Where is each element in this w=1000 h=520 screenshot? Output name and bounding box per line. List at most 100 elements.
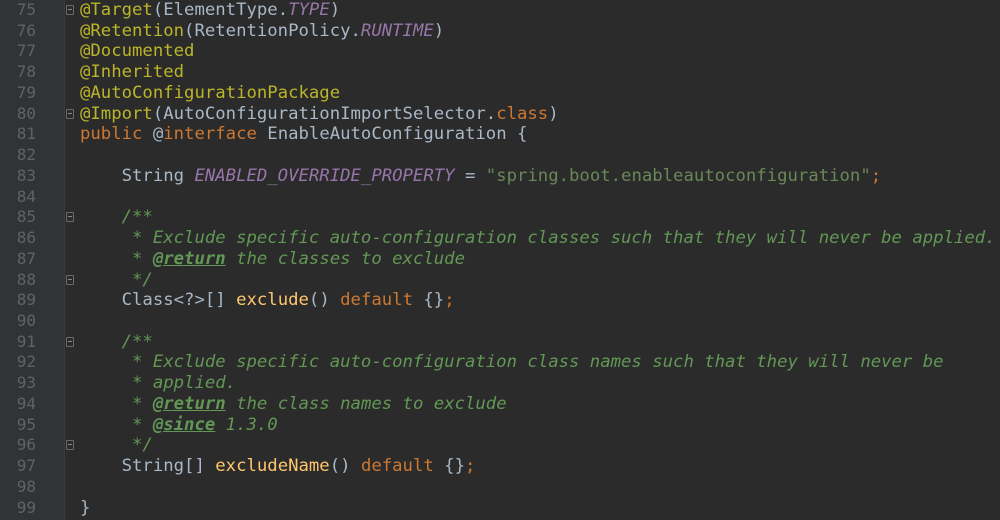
code-token-plain: (ElementType. xyxy=(152,0,289,20)
line-number: 76 xyxy=(16,20,36,40)
code-text: */ xyxy=(80,270,153,291)
code-line[interactable]: 84 xyxy=(0,187,1000,208)
fold-toggle-icon[interactable] xyxy=(66,108,74,119)
code-text: public @interface EnableAutoConfiguratio… xyxy=(80,124,527,145)
code-line[interactable]: 78 @Inherited xyxy=(0,62,1000,83)
line-number: 82 xyxy=(16,145,36,165)
code-token-plain: ) xyxy=(548,103,559,124)
code-token-plain: {} xyxy=(423,290,445,311)
code-token-ann: @Import xyxy=(80,103,153,124)
line-number: 89 xyxy=(16,290,36,310)
line-number: 95 xyxy=(16,414,36,434)
code-text: * Exclude specific auto-configuration cl… xyxy=(80,228,996,249)
code-line[interactable]: 79 @AutoConfigurationPackage xyxy=(0,83,1000,104)
code-token-plain: () xyxy=(308,290,341,311)
line-number: 87 xyxy=(16,248,36,268)
code-line[interactable]: 98 xyxy=(0,477,1000,498)
code-token-doctag: @return xyxy=(152,393,226,414)
code-text: @Target(ElementType.TYPE) xyxy=(80,0,340,21)
code-text: @Retention(RetentionPolicy.RUNTIME) xyxy=(80,21,444,42)
code-token-doc: /** xyxy=(80,331,153,352)
code-line[interactable]: 93 * applied. xyxy=(0,373,1000,394)
line-number: 98 xyxy=(16,476,36,496)
code-line[interactable]: 80 @Import(AutoConfigurationImportSelecto… xyxy=(0,104,1000,125)
code-token-plain: String[] xyxy=(80,456,216,477)
code-line[interactable]: 81 public @interface EnableAutoConfigurat… xyxy=(0,124,1000,145)
code-token-plain: @ xyxy=(152,124,164,145)
code-token-doc: */ xyxy=(80,269,153,290)
line-number: 92 xyxy=(16,352,36,372)
code-line[interactable]: 96 */ xyxy=(0,435,1000,456)
code-token-kw: interface xyxy=(163,124,268,145)
code-line[interactable]: 95 * @since 1.3.0 xyxy=(0,415,1000,436)
fold-toggle-icon[interactable] xyxy=(66,274,74,285)
code-token-ann: @Documented xyxy=(80,41,195,62)
code-editor[interactable]: 75 @Target(ElementType.TYPE) 76 @Retention(… xyxy=(0,0,1000,520)
code-token-doc: */ xyxy=(80,435,153,456)
line-number: 97 xyxy=(16,456,36,476)
code-text: String ENABLED_OVERRIDE_PROPERTY = "spri… xyxy=(80,165,882,187)
code-token-plain: String xyxy=(80,165,195,186)
code-token-kw: default xyxy=(360,456,445,477)
fold-toggle-icon[interactable] xyxy=(66,336,74,347)
code-token-field: ENABLED_OVERRIDE_PROPERTY xyxy=(194,165,455,186)
code-token-doc: 1.3.0 xyxy=(215,414,278,435)
code-text: * @return the class names to exclude xyxy=(80,394,507,415)
code-text: @Documented xyxy=(80,41,194,62)
line-number: 84 xyxy=(16,186,36,206)
code-line[interactable]: 97 String[] excludeName() default {}; xyxy=(0,456,1000,477)
code-line[interactable]: 99} xyxy=(0,498,1000,519)
code-token-doc: * xyxy=(80,414,153,435)
code-area[interactable]: 75 @Target(ElementType.TYPE) 76 @Retention(… xyxy=(0,0,1000,518)
code-line[interactable]: 88 */ xyxy=(0,270,1000,291)
code-text: String[] excludeName() default {}; xyxy=(80,456,476,477)
code-token-doctag: @since xyxy=(152,414,216,435)
code-token-plain: = xyxy=(454,165,486,186)
line-number: 93 xyxy=(16,373,36,393)
fold-toggle-icon[interactable] xyxy=(66,440,74,451)
code-token-doc: * Exclude specific auto-configuration cl… xyxy=(80,228,996,249)
code-line[interactable]: 92 * Exclude specific auto-configuration… xyxy=(0,352,1000,373)
code-line[interactable]: 87 * @return the classes to exclude xyxy=(0,249,1000,270)
code-line[interactable]: 90 xyxy=(0,311,1000,332)
code-token-plain: (RetentionPolicy. xyxy=(184,20,361,41)
line-number: 90 xyxy=(16,311,36,331)
code-text: @AutoConfigurationPackage xyxy=(80,83,340,104)
code-line[interactable]: 76 @Retention(RetentionPolicy.RUNTIME) xyxy=(0,21,1000,42)
code-token-doc: * applied. xyxy=(80,373,237,394)
code-text: * @return the classes to exclude xyxy=(80,249,465,270)
code-line[interactable]: 94 * @return the class names to exclude xyxy=(0,394,1000,415)
line-number: 91 xyxy=(16,331,36,351)
code-line[interactable]: 89 Class<?>[] exclude() default {}; xyxy=(0,290,1000,311)
code-token-kw: default xyxy=(340,290,424,311)
code-token-method: excludeName xyxy=(215,456,330,477)
line-number: 88 xyxy=(16,269,36,289)
line-number: 77 xyxy=(16,41,36,61)
line-number: 94 xyxy=(16,393,36,413)
code-token-kw: ; xyxy=(870,165,882,186)
code-text: * applied. xyxy=(80,373,236,394)
code-line[interactable]: 91 /** xyxy=(0,332,1000,353)
code-token-doc: * xyxy=(80,248,153,269)
code-text: /** xyxy=(80,207,153,228)
fold-toggle-icon[interactable] xyxy=(66,212,74,223)
code-line[interactable]: 85 /** xyxy=(0,207,1000,228)
line-number: 80 xyxy=(16,103,36,123)
code-line[interactable]: 83 String ENABLED_OVERRIDE_PROPERTY = "s… xyxy=(0,166,1000,187)
code-token-ann: @Retention xyxy=(80,20,185,41)
code-token-doc: the class names to exclude xyxy=(225,393,507,414)
code-line[interactable]: 77 @Documented xyxy=(0,41,1000,62)
code-line[interactable]: 86 * Exclude specific auto-configuration… xyxy=(0,228,1000,249)
code-token-plain: {} xyxy=(444,456,465,477)
code-text: } xyxy=(80,498,90,519)
code-line[interactable]: 82 xyxy=(0,145,1000,166)
code-text: Class<?>[] exclude() default {}; xyxy=(80,290,455,311)
code-token-str: "spring.boot.enableautoconfiguration" xyxy=(485,165,871,186)
code-token-plain: () xyxy=(329,456,361,477)
fold-toggle-icon[interactable] xyxy=(66,5,74,15)
line-number: 83 xyxy=(16,165,36,185)
code-token-kw: ; xyxy=(444,290,455,311)
code-token-plain: Class<?>[] xyxy=(80,290,237,311)
code-line[interactable]: 75 @Target(ElementType.TYPE) xyxy=(0,0,1000,21)
code-token-doc: the classes to exclude xyxy=(225,248,465,269)
